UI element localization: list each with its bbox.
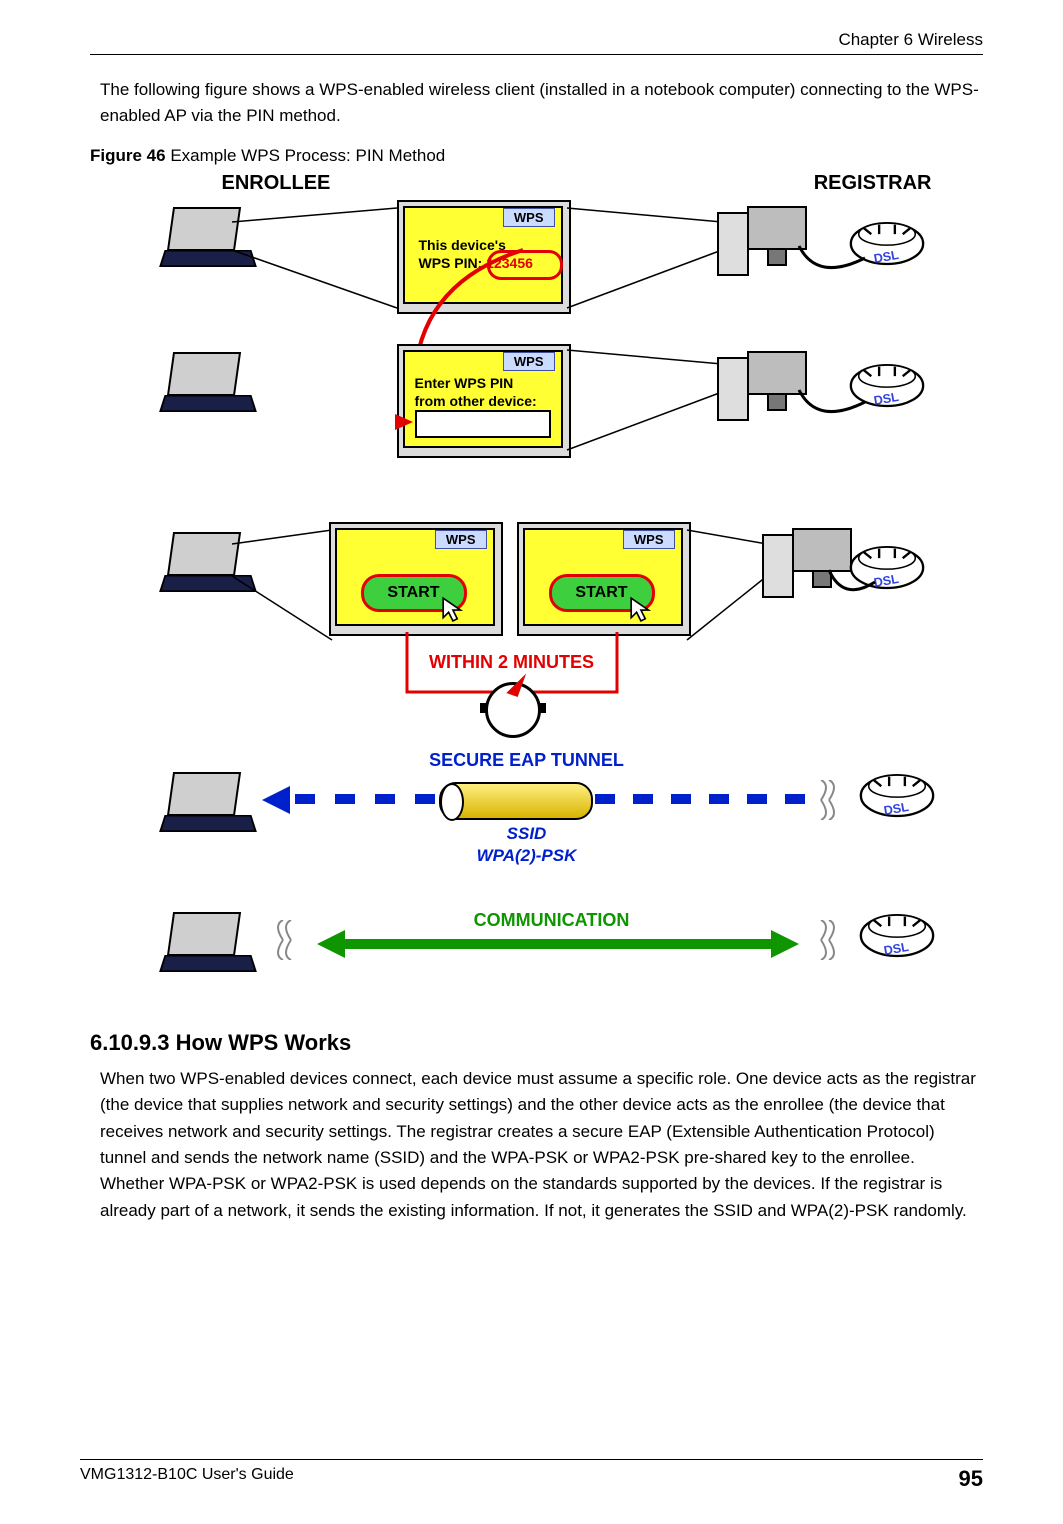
header-rule (90, 54, 983, 55)
cable-icon (797, 244, 867, 284)
wps-tab-label: WPS (623, 530, 675, 549)
enrollee-laptop-icon (162, 942, 252, 1000)
clock-icon (485, 682, 541, 738)
wifi-signal-icon (807, 920, 847, 960)
pin-entry-arrow-icon (395, 414, 413, 430)
dsl-router-icon: DSL (857, 912, 937, 967)
wps-tab-label: WPS (503, 352, 555, 371)
tunnel-dashes-icon (595, 794, 805, 804)
zoom-lines-icon (567, 208, 722, 313)
intro-paragraph: The following figure shows a WPS-enabled… (100, 77, 983, 128)
chapter-running-head: Chapter 6 Wireless (90, 30, 983, 50)
wpa2-psk-label: WPA(2)-PSK (327, 846, 727, 866)
tunnel-arrowhead-icon (262, 786, 290, 814)
ssid-label: SSID (327, 824, 727, 844)
comm-arrowhead-left-icon (317, 930, 345, 958)
communication-bar-icon (343, 939, 773, 949)
wifi-signal-icon (807, 780, 847, 820)
enrollee-label: ENROLLEE (222, 172, 331, 195)
registrar-start-wps-screen: WPS START (517, 522, 691, 636)
comm-arrowhead-right-icon (771, 930, 799, 958)
tunnel-dashes-icon (295, 794, 435, 804)
zoom-lines-icon (687, 530, 767, 645)
zoom-lines-icon (567, 350, 722, 455)
wps-tab-label: WPS (503, 208, 555, 227)
figure-number: Figure 46 (90, 146, 166, 165)
enrollee-start-wps-screen: WPS START (329, 522, 503, 636)
wps-tab-label: WPS (435, 530, 487, 549)
eap-tunnel-pipe-icon (439, 782, 593, 820)
page-footer: VMG1312-B10C User's Guide 95 (80, 1459, 983, 1492)
section-heading-6-10-9-3: 6.10.9.3 How WPS Works (90, 1030, 983, 1056)
within-2-minutes-label: WITHIN 2 MINUTES (362, 652, 662, 673)
pin-entry-prompt: Enter WPS PIN from other device: (415, 374, 537, 410)
figure-46-wps-pin-diagram: ENROLLEE REGISTRAR WPS This device's WPS… (127, 172, 947, 1012)
page-number: 95 (959, 1466, 983, 1492)
wifi-signal-icon (265, 920, 305, 960)
registrar-label: REGISTRAR (814, 172, 932, 195)
wps-pin-entry-screen: WPS Enter WPS PIN from other device: (397, 344, 571, 458)
figure-caption: Figure 46 Example WPS Process: PIN Metho… (90, 146, 983, 166)
secure-eap-tunnel-label: SECURE EAP TUNNEL (327, 750, 727, 771)
wps-pin-input[interactable] (415, 410, 551, 438)
section-body-paragraph: When two WPS-enabled devices connect, ea… (100, 1066, 983, 1224)
cable-icon (797, 388, 867, 428)
figure-title: Example WPS Process: PIN Method (166, 146, 446, 165)
communication-label: COMMUNICATION (352, 910, 752, 931)
guide-title: VMG1312-B10C User's Guide (80, 1466, 294, 1492)
cable-icon (827, 568, 877, 608)
enrollee-laptop-icon (162, 382, 252, 440)
enrollee-laptop-icon (162, 802, 252, 860)
zoom-lines-icon (232, 208, 397, 313)
footer-rule (80, 1459, 983, 1460)
dsl-router-icon: DSL (857, 772, 937, 827)
zoom-lines-icon (232, 530, 332, 645)
